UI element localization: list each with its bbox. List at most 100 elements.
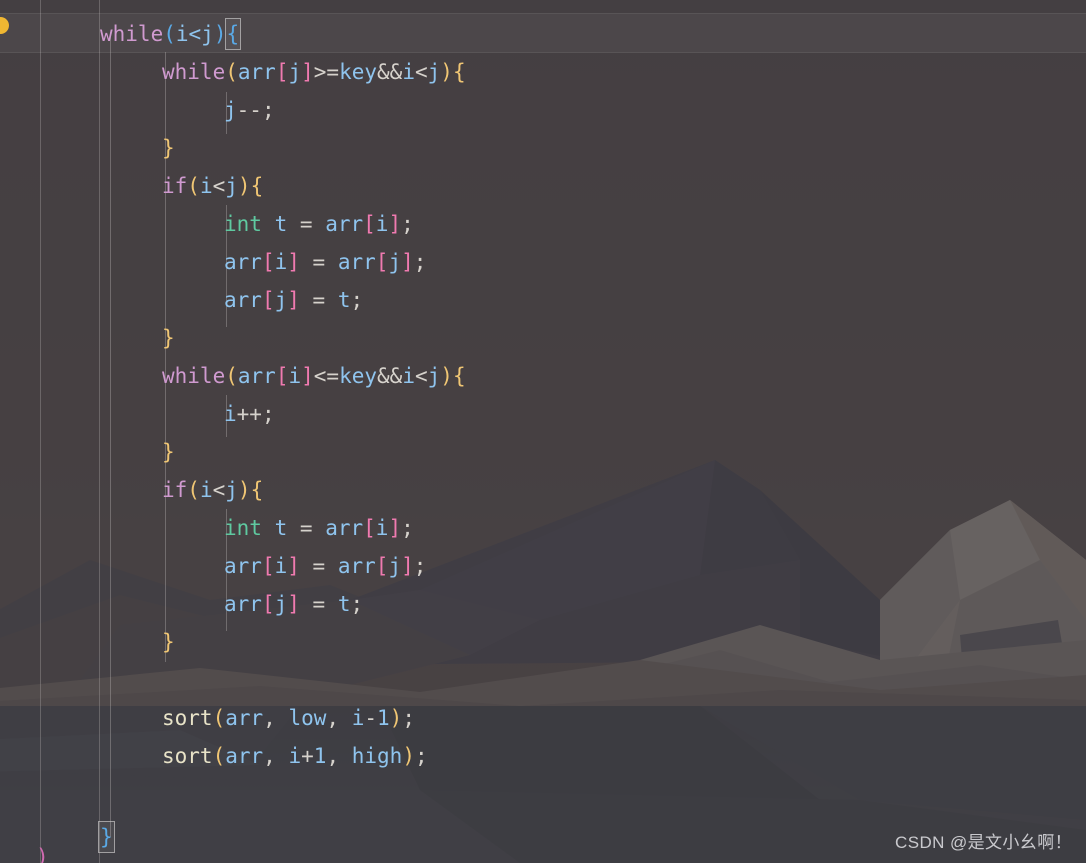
code-token: { [452,60,466,84]
code-token: ] [287,554,300,578]
code-token: arr [237,364,276,388]
code-line-6[interactable]: int t = arr[i]; [0,205,1086,243]
code-line-19[interactable]: sort(arr, low, i-1); [0,699,1086,737]
code-token: arr [224,250,262,274]
code-token: ( [225,60,238,84]
code-token: ) [440,60,453,84]
code-token: - [364,706,378,730]
code-token: arr [325,212,364,236]
code-token: ++ [236,402,262,426]
code-token: j [274,592,288,616]
code-token: ] [388,516,402,540]
code-token: arr [225,744,264,768]
code-token: , [263,706,289,730]
code-token: = [299,554,338,578]
code-token: i [375,516,389,540]
code-token: key [339,364,378,388]
code-token: j [427,60,441,84]
code-token: = [287,516,326,540]
code-token: ] [287,592,300,616]
code-token: ) [237,174,251,198]
code-token: = [299,250,338,274]
code-token: sort [162,744,213,768]
code-token: t [337,288,351,312]
matching-brace-highlight: } [98,821,115,853]
code-token: j [224,98,237,122]
code-text-area[interactable]: while(i<j){while(arr[j]>=key&&i<j){j--;}… [0,0,1086,863]
code-token: j [274,288,288,312]
code-token: t [274,516,288,540]
code-token: if [162,174,188,198]
code-token: i [274,554,288,578]
code-token: 1 [313,744,327,768]
matching-brace-highlight: { [224,18,242,50]
code-line-4[interactable]: } [0,129,1086,167]
code-token: i [199,174,213,198]
code-token: int [224,516,262,540]
code-token: ( [212,706,226,730]
code-line-10[interactable]: while(arr[i]<=key&&i<j){ [0,357,1086,395]
code-line-14[interactable]: int t = arr[i]; [0,509,1086,547]
code-line-7[interactable]: arr[i] = arr[j]; [0,243,1086,281]
code-token: ( [212,744,226,768]
code-line-20[interactable]: sort(arr, i+1, high); [0,737,1086,775]
code-token: arr [337,250,376,274]
code-token: = [299,288,338,312]
code-token: [ [275,364,289,388]
code-line-18[interactable] [0,661,1086,699]
code-token: [ [375,250,389,274]
code-token: [ [261,554,275,578]
code-token: j [225,478,238,502]
code-token: key [339,60,378,84]
code-token: high [351,744,403,768]
code-token: ( [163,22,176,46]
code-token: ; [401,212,414,236]
code-token: j [388,250,402,274]
code-token: <= [313,364,340,388]
code-token: sort [162,706,213,730]
code-line-1[interactable]: while(i<j){ [0,15,1086,53]
code-token: ; [402,706,415,730]
code-line-3[interactable]: j--; [0,91,1086,129]
code-token: ] [301,60,314,84]
code-token: ] [401,250,414,274]
code-line-11[interactable]: i++; [0,395,1086,433]
code-token: ( [187,478,200,502]
code-line-21[interactable] [0,775,1086,813]
code-token: low [288,706,327,730]
code-line-17[interactable]: } [0,623,1086,661]
code-token: < [212,174,226,198]
code-line-16[interactable]: arr[j] = t; [0,585,1086,623]
code-token: i [274,250,288,274]
code-token: = [287,212,326,236]
code-token: [ [375,554,389,578]
code-token: i [288,364,302,388]
code-line-9[interactable]: } [0,319,1086,357]
code-token: j [288,60,302,84]
code-token: ; [261,402,275,426]
code-token: < [414,60,428,84]
code-token: arr [337,554,376,578]
code-token: arr [224,554,262,578]
code-line-5[interactable]: if(i<j){ [0,167,1086,205]
code-token: i [175,22,189,46]
code-token: ] [301,364,314,388]
code-line-13[interactable]: if(i<j){ [0,471,1086,509]
code-token: { [452,364,466,388]
code-token: j [427,364,441,388]
code-token: i [288,744,302,768]
code-line-12[interactable]: } [0,433,1086,471]
code-token: && [377,364,403,388]
code-token: 1 [377,706,390,730]
code-token: j [388,554,402,578]
code-token: [ [261,288,275,312]
code-line-2[interactable]: while(arr[j]>=key&&i<j){ [0,53,1086,91]
csdn-watermark: CSDN @是文小幺啊！ [895,833,1072,852]
code-token: [ [363,516,376,540]
code-line-8[interactable]: arr[j] = t; [0,281,1086,319]
code-token: arr [325,516,364,540]
code-line-15[interactable]: arr[i] = arr[j]; [0,547,1086,585]
code-token: < [188,22,202,46]
